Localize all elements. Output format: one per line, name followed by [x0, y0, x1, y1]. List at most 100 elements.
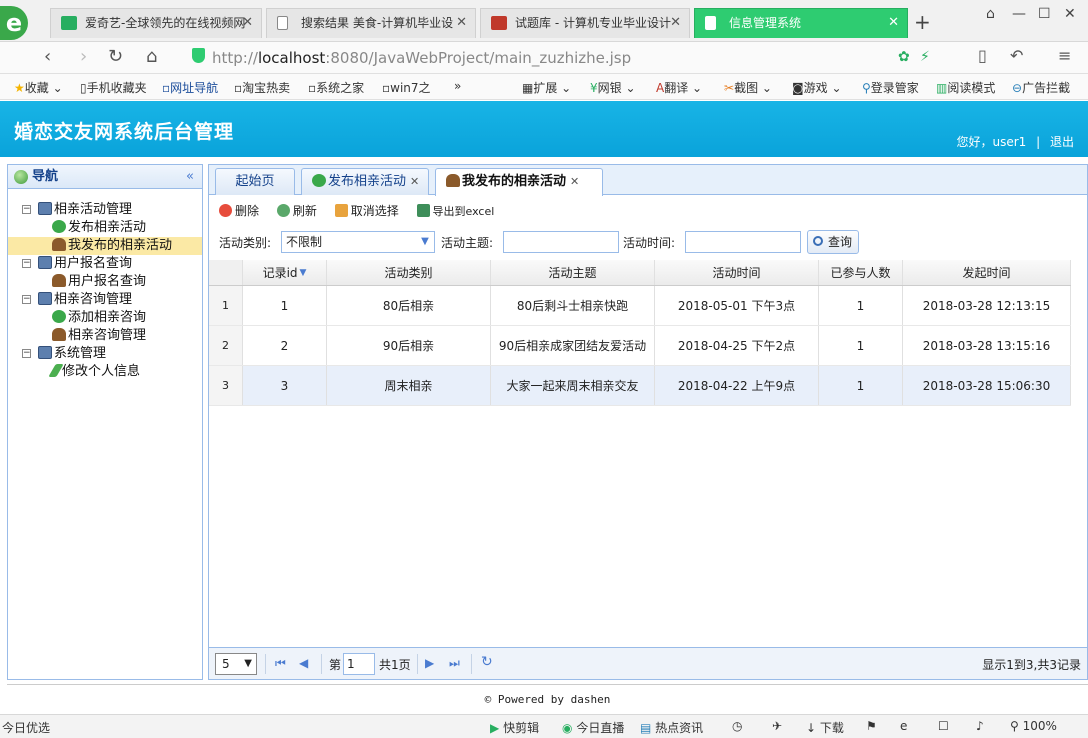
column-header-topic[interactable]: 活动主题	[491, 260, 655, 285]
status-sound-icon[interactable]: ♪	[976, 719, 984, 733]
bookmark-taobao[interactable]: ▫淘宝热卖	[234, 79, 290, 96]
cell-created: 2018-03-28 13:15:16	[903, 326, 1071, 365]
browser-logo-icon[interactable]: e	[0, 6, 28, 40]
type-filter-select[interactable]: 不限制 ▼	[281, 231, 435, 253]
back-icon[interactable]: ‹	[44, 46, 51, 67]
status-download[interactable]: ↓ 下载	[806, 719, 844, 736]
bookmark-mobile[interactable]: ▯手机收藏夹	[80, 79, 147, 96]
close-icon[interactable]: ✕	[670, 9, 681, 37]
status-live[interactable]: ◉ 今日直播	[562, 719, 624, 736]
column-header-created[interactable]: 发起时间	[903, 260, 1071, 285]
bookmark-syshome[interactable]: ▫系统之家	[308, 79, 364, 96]
login-manager-button[interactable]: ⚲登录管家	[862, 79, 919, 96]
browser-tab-search[interactable]: 搜索结果 美食-计算机毕业设 ✕	[266, 8, 476, 38]
tree-item-my-activities[interactable]: 我发布的相亲活动	[8, 237, 202, 255]
plugin-icon[interactable]: ✿	[898, 49, 910, 65]
close-icon[interactable]: ✕	[570, 175, 579, 188]
games-button[interactable]: ◙游戏 ⌄	[792, 79, 842, 96]
query-button[interactable]: 查询	[807, 230, 859, 254]
status-window-icon[interactable]: ☐	[938, 719, 949, 733]
new-tab-icon[interactable]: +	[914, 10, 931, 34]
url-field[interactable]: http://localhost:8080/JavaWebProject/mai…	[212, 45, 872, 71]
status-flag-icon[interactable]: ⚑	[866, 719, 877, 733]
next-page-icon[interactable]: ▶	[425, 656, 434, 670]
close-icon[interactable]: ✕	[456, 9, 467, 37]
refresh-button[interactable]: 刷新	[276, 202, 317, 219]
last-page-icon[interactable]: ⏭	[449, 656, 460, 671]
status-zoom[interactable]: ⚲ 100%	[1010, 719, 1057, 733]
first-page-icon[interactable]: ⏮	[275, 656, 286, 671]
prev-page-icon[interactable]: ◀	[299, 656, 308, 670]
column-header-time[interactable]: 活动时间	[655, 260, 819, 285]
browser-tab-active[interactable]: 信息管理系统 ✕	[694, 8, 908, 38]
tree-group-signup[interactable]: − 用户报名查询	[8, 255, 202, 273]
more-bookmarks-icon[interactable]: »	[454, 79, 461, 93]
tree-item-edit-profile[interactable]: 修改个人信息	[8, 363, 202, 381]
bookmark-win7[interactable]: ▫win7之	[382, 79, 431, 96]
tree-item-publish-activity[interactable]: 发布相亲活动	[8, 219, 202, 237]
browser-tab-iqiyi[interactable]: 爱奇艺-全球领先的在线视频网 ✕	[50, 8, 262, 38]
screenshot-button[interactable]: ✂截图 ⌄	[724, 79, 772, 96]
column-header-type[interactable]: 活动类别	[327, 260, 491, 285]
browser-tab-questions[interactable]: 试题库 - 计算机专业毕业设计 ✕	[480, 8, 690, 38]
bookmark-nav[interactable]: ▫网址导航	[162, 79, 218, 96]
tree-group-system[interactable]: − 系统管理	[8, 345, 202, 363]
news-icon: ▤	[640, 721, 652, 735]
topic-filter-input[interactable]	[503, 231, 619, 253]
close-window-icon[interactable]: ✕	[1064, 6, 1076, 22]
tree-item-signup-query[interactable]: 用户报名查询	[8, 273, 202, 291]
speed-icon[interactable]: ⚡	[920, 49, 930, 65]
reader-mode-button[interactable]: ▥阅读模式	[936, 79, 995, 96]
status-news[interactable]: ▤ 热点资讯	[640, 719, 703, 736]
status-quick-edit[interactable]: ▶ 快剪辑	[490, 719, 539, 736]
reload-icon[interactable]: ↻	[481, 654, 493, 670]
netbank-button[interactable]: ¥网银 ⌄	[590, 79, 636, 96]
expand-toggle-icon[interactable]: −	[22, 259, 31, 268]
extensions-button[interactable]: ▦扩展 ⌄	[522, 79, 571, 96]
skin-icon[interactable]: ⌂	[986, 6, 995, 22]
expand-toggle-icon[interactable]: −	[22, 295, 31, 304]
export-excel-button[interactable]: 导出到excel	[416, 203, 494, 219]
logout-link[interactable]: 退出	[1050, 135, 1074, 149]
mobile-icon[interactable]: ▯	[978, 46, 987, 65]
translate-button[interactable]: A翻译 ⌄	[656, 79, 702, 96]
star-icon: ★	[14, 81, 25, 95]
tree-item-add-consult[interactable]: 添加相亲咨询	[8, 309, 202, 327]
maximize-icon[interactable]: ☐	[1038, 6, 1051, 22]
collapse-icon[interactable]: «	[186, 165, 194, 189]
page-size-select[interactable]: 5 ▼	[215, 653, 257, 675]
expand-toggle-icon[interactable]: −	[22, 349, 31, 358]
tab-home[interactable]: 起始页	[215, 168, 295, 195]
undo-icon[interactable]: ↶	[1010, 46, 1023, 65]
table-row[interactable]: 1 1 80后相亲 80后剩斗士相亲快跑 2018-05-01 下午3点 1 2…	[209, 286, 1071, 326]
status-today[interactable]: 今日优选	[2, 719, 50, 736]
status-history-icon[interactable]: ◷	[732, 719, 742, 733]
tree-item-manage-consult[interactable]: 相亲咨询管理	[8, 327, 202, 345]
time-filter-input[interactable]	[685, 231, 801, 253]
close-icon[interactable]: ✕	[888, 9, 899, 37]
table-row[interactable]: 2 2 90后相亲 90后相亲成家团结友爱活动 2018-04-25 下午2点 …	[209, 326, 1071, 366]
reload-icon[interactable]: ↻	[108, 46, 123, 67]
adblock-button[interactable]: ⊖广告拦截	[1012, 79, 1070, 96]
delete-button[interactable]: 删除	[219, 202, 259, 219]
cancel-selection-button[interactable]: 取消选择	[334, 202, 399, 219]
column-header-id[interactable]: 记录id ▼	[243, 260, 327, 285]
close-icon[interactable]: ✕	[242, 9, 253, 37]
forward-icon[interactable]: ›	[80, 46, 87, 67]
column-header-participants[interactable]: 已参与人数	[819, 260, 903, 285]
minimize-icon[interactable]: —	[1012, 6, 1026, 22]
tab-publish-activity[interactable]: 发布相亲活动 ✕	[301, 168, 429, 195]
expand-toggle-icon[interactable]: −	[22, 205, 31, 214]
tree-group-consult[interactable]: − 相亲咨询管理	[8, 291, 202, 309]
status-tools-icon[interactable]: ✈	[772, 719, 782, 733]
home-icon[interactable]: ⌂	[146, 46, 157, 67]
table-row[interactable]: 3 3 周末相亲 大家一起来周末相亲交友 2018-04-22 上午9点 1 2…	[209, 366, 1071, 406]
close-icon[interactable]: ✕	[410, 175, 419, 188]
menu-icon[interactable]: ≡	[1058, 46, 1071, 65]
page-number-input[interactable]: 1	[343, 653, 375, 675]
tab-my-activities[interactable]: 我发布的相亲活动 ✕	[435, 168, 603, 196]
status-ie-icon[interactable]: e	[900, 719, 907, 733]
sort-desc-icon: ▼	[299, 267, 307, 278]
bookmark-favorites[interactable]: ★收藏 ⌄	[14, 79, 63, 96]
tree-group-activity[interactable]: − 相亲活动管理	[8, 201, 202, 219]
